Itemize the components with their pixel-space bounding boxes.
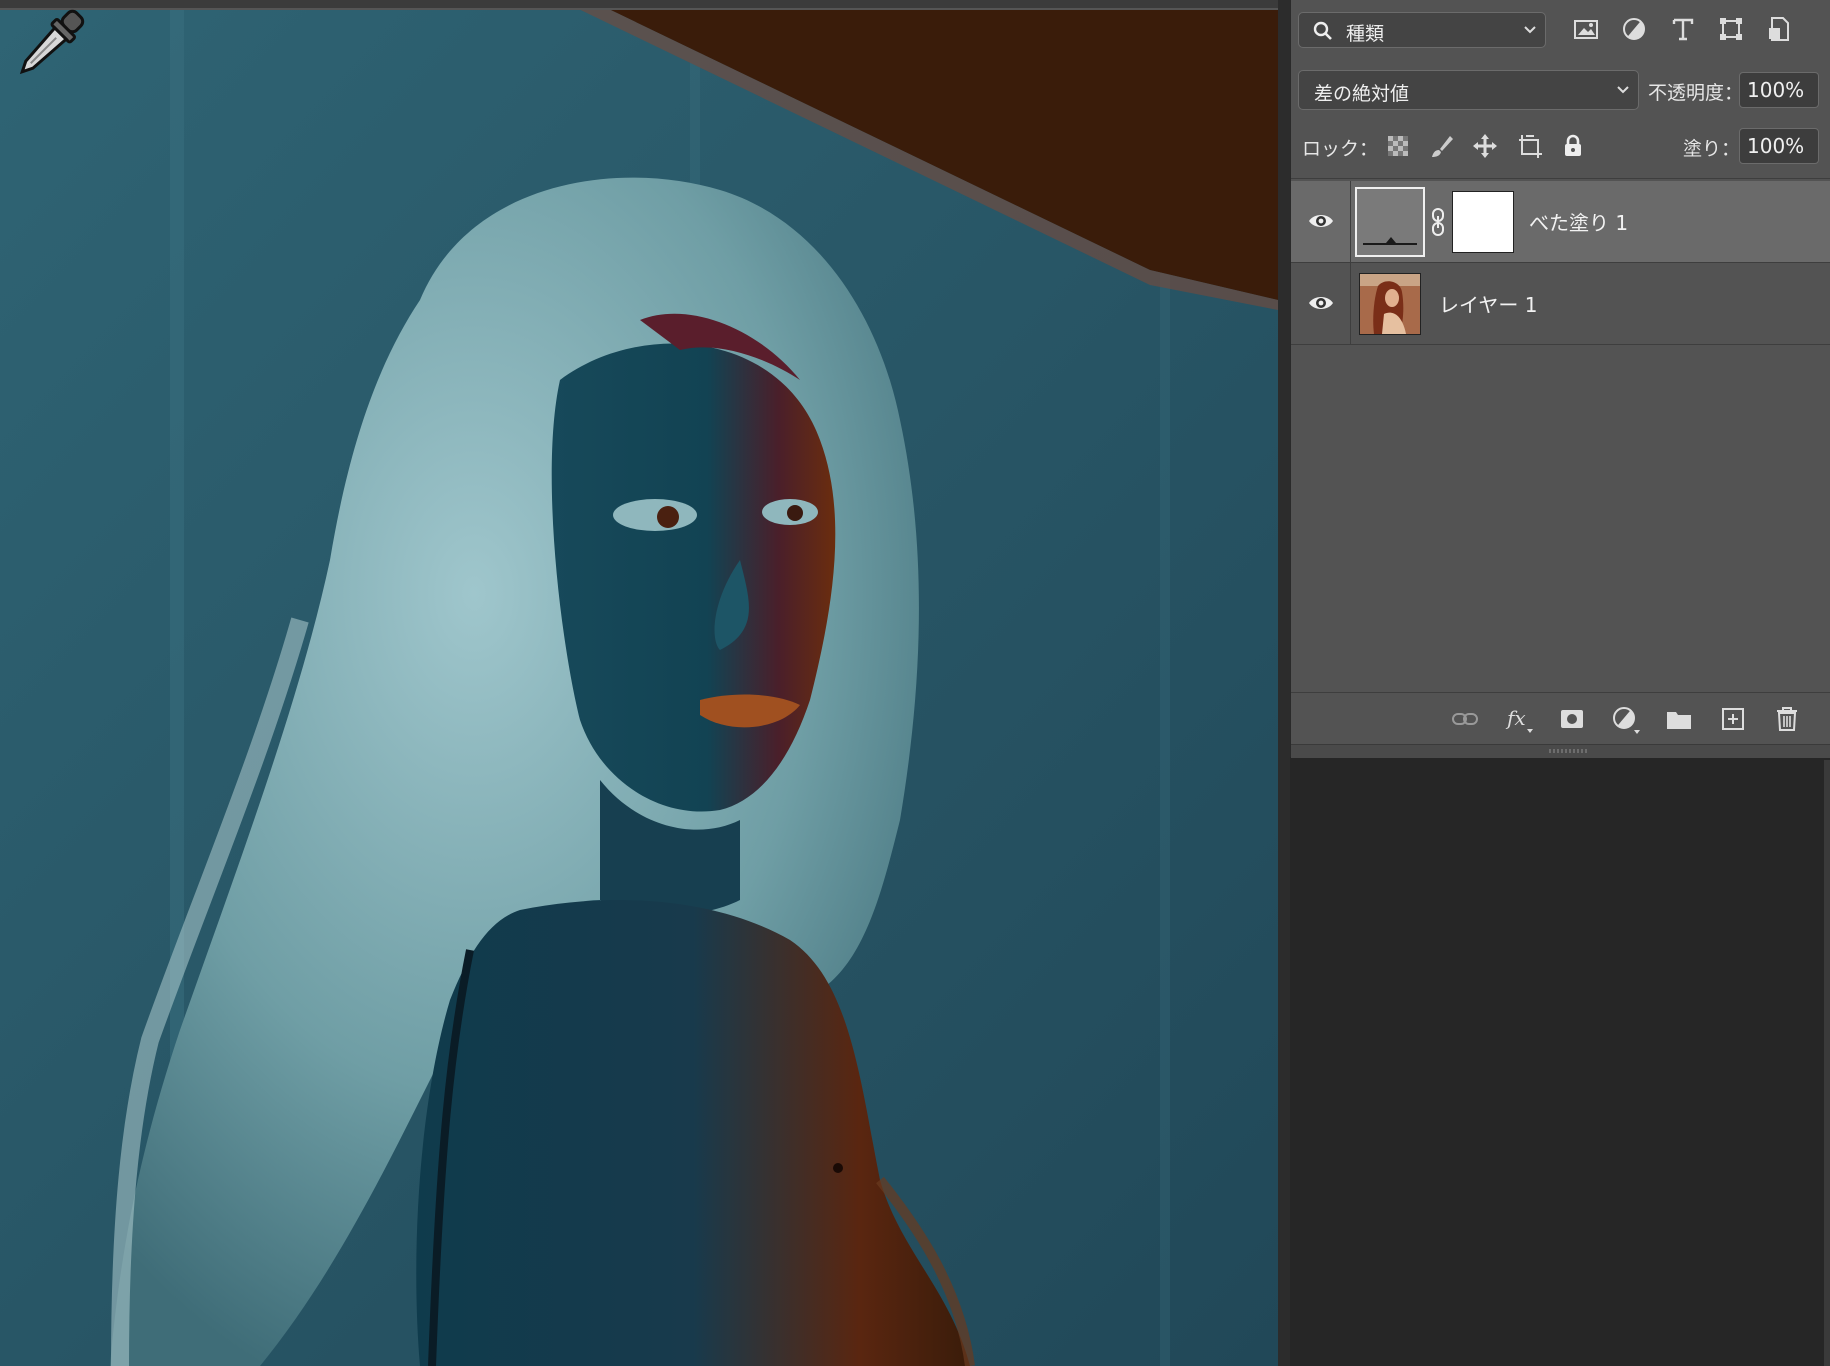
- lock-transparent-pixels-icon[interactable]: [1384, 132, 1412, 160]
- lock-image-pixels-icon[interactable]: [1428, 132, 1456, 160]
- layer-row-layer-1[interactable]: レイヤー 1: [1291, 263, 1830, 345]
- layers-panel-footer: fx: [1291, 692, 1830, 744]
- layer-thumbnail-image: [1360, 274, 1420, 334]
- svg-text:fx: fx: [1505, 706, 1526, 730]
- fill-thumb-triangle: [1386, 237, 1396, 243]
- eye-icon: [1309, 297, 1333, 309]
- lock-all-icon[interactable]: [1559, 132, 1587, 160]
- lock-fill-row: ロック： 塗り： 100%: [1291, 124, 1830, 168]
- fill-label: 塗り：: [1683, 138, 1741, 160]
- eye-icon: [1309, 215, 1333, 227]
- chevron-down-icon: [1617, 86, 1629, 94]
- opacity-label: 不透明度：: [1648, 82, 1744, 104]
- smart-object-filter-icon[interactable]: [1764, 14, 1794, 44]
- panel-scroll-edge: [1824, 760, 1830, 1366]
- eyedropper-icon: [19, 9, 85, 75]
- panel-resize-grip[interactable]: [1549, 749, 1589, 753]
- image-filter-icon[interactable]: [1571, 14, 1601, 44]
- shape-filter-icon[interactable]: [1716, 14, 1746, 44]
- blend-mode-select[interactable]: 差の絶対値: [1298, 70, 1639, 110]
- fill-thumb-bar: [1363, 243, 1417, 245]
- fill-field[interactable]: 100%: [1739, 128, 1819, 164]
- fx-icon[interactable]: fx: [1503, 703, 1535, 735]
- layer-row-solid-fill[interactable]: べた塗り 1: [1291, 181, 1830, 263]
- canvas-image: [0, 0, 1278, 1366]
- lock-label: ロック：: [1302, 138, 1379, 160]
- panel-gutter: [1278, 0, 1290, 1366]
- fill-layer-thumbnail[interactable]: [1355, 187, 1425, 257]
- layer-thumbnail[interactable]: [1359, 273, 1421, 335]
- lock-position-icon[interactable]: [1471, 132, 1499, 160]
- lock-artboard-icon[interactable]: [1516, 132, 1544, 160]
- adjustment-layer-icon[interactable]: [1609, 703, 1641, 735]
- new-layer-icon[interactable]: [1717, 703, 1749, 735]
- adjustment-filter-icon[interactable]: [1619, 14, 1649, 44]
- layer-kind-filter-select[interactable]: 種類: [1298, 12, 1546, 48]
- empty-panel-area: [1290, 760, 1830, 1366]
- layer-name[interactable]: レイヤー 1: [1439, 289, 1537, 318]
- add-mask-icon[interactable]: [1556, 703, 1588, 735]
- mask-link-icon[interactable]: [1429, 207, 1447, 237]
- delete-layer-icon[interactable]: [1771, 703, 1803, 735]
- link-layers-icon[interactable]: [1449, 703, 1481, 735]
- panel-resize-edge[interactable]: [1291, 744, 1830, 758]
- layer-visibility-toggle[interactable]: [1291, 263, 1351, 344]
- canvas-top-ruler: [0, 0, 1278, 10]
- layer-filter-row: 種類: [1291, 0, 1830, 60]
- type-filter-icon[interactable]: [1668, 14, 1698, 44]
- search-icon: [1313, 21, 1332, 40]
- opacity-field[interactable]: 100%: [1739, 72, 1819, 108]
- document-canvas[interactable]: [0, 0, 1278, 1366]
- layer-visibility-toggle[interactable]: [1291, 181, 1351, 262]
- layers-list: べた塗り 1 レイヤー 1: [1291, 178, 1830, 692]
- new-group-icon[interactable]: [1663, 703, 1695, 735]
- layer-name[interactable]: べた塗り 1: [1529, 207, 1628, 236]
- layer-kind-filter-value: 種類: [1346, 23, 1385, 45]
- blend-opacity-row: 差の絶対値 不透明度： 100%: [1291, 68, 1830, 112]
- chevron-down-icon: [1524, 26, 1536, 34]
- layers-panel: 種類 差の絶対値 不透明度： 100% ロック： 塗り： 100% べた塗り 1…: [1290, 0, 1830, 758]
- blend-mode-value: 差の絶対値: [1314, 83, 1410, 105]
- layer-mask-thumbnail[interactable]: [1452, 191, 1514, 253]
